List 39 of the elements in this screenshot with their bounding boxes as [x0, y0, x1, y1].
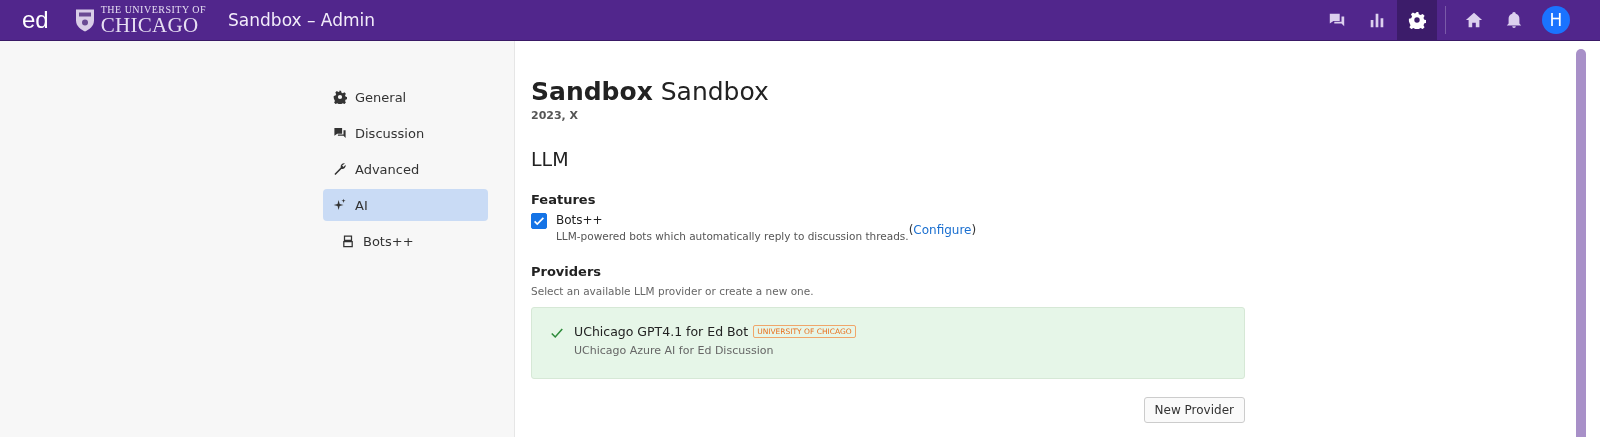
university-name: THE UNIVERSITY OF: [100, 4, 207, 15]
settings-icon: [1408, 11, 1426, 29]
home-icon: [1465, 11, 1483, 29]
section-heading: LLM: [531, 148, 570, 170]
bell-icon: [1505, 11, 1523, 29]
user-avatar[interactable]: H: [1542, 6, 1570, 34]
robot-icon: [341, 234, 355, 248]
scrollbar-thumb[interactable]: [1576, 49, 1586, 437]
bar-chart-icon: [1368, 11, 1386, 29]
features-heading: Features: [531, 192, 597, 207]
nav-item[interactable]: AI: [323, 189, 488, 221]
course-term: 2023, X: [531, 109, 580, 122]
wrench-icon: [333, 162, 347, 176]
chat-icon: [1328, 11, 1346, 29]
checkbox[interactable]: [531, 213, 547, 229]
configure-link[interactable]: Configure: [913, 223, 972, 237]
settings-button[interactable]: [1397, 0, 1437, 40]
course-heading: Sandbox Sandbox: [531, 77, 770, 106]
shield-icon: [74, 7, 95, 33]
parenthesis: ): [971, 223, 977, 237]
feature-description: LLM-powered bots which automatically reply to discussion threads.: [556, 230, 909, 242]
providers-hint: Select an available LLM provider or create a new one.: [531, 285, 815, 297]
new-provider-button[interactable]: New Provider: [1143, 397, 1245, 423]
university-name: CHICAGO: [100, 14, 199, 36]
app-logo[interactable]: ed: [0, 6, 69, 34]
chat-icon: [333, 126, 347, 140]
feature-label: Bots++: [556, 213, 604, 227]
parenthesis: (: [908, 223, 914, 237]
sparkle-icon: [333, 198, 347, 212]
provider-name: UChicago GPT4.1 for Ed Bot: [574, 324, 749, 339]
providers-heading: Providers: [531, 264, 603, 279]
nav-item[interactable]: General: [323, 81, 488, 113]
nav-item[interactable]: Advanced: [323, 153, 488, 185]
provider-description: UChicago Azure AI for Ed Discussion: [574, 344, 775, 357]
nav-item[interactable]: Bots++: [323, 225, 488, 257]
check-icon: [550, 326, 564, 340]
course-title: Sandbox – Admin: [228, 10, 376, 30]
gear-icon: [333, 90, 347, 104]
nav-item[interactable]: Discussion: [323, 117, 488, 149]
